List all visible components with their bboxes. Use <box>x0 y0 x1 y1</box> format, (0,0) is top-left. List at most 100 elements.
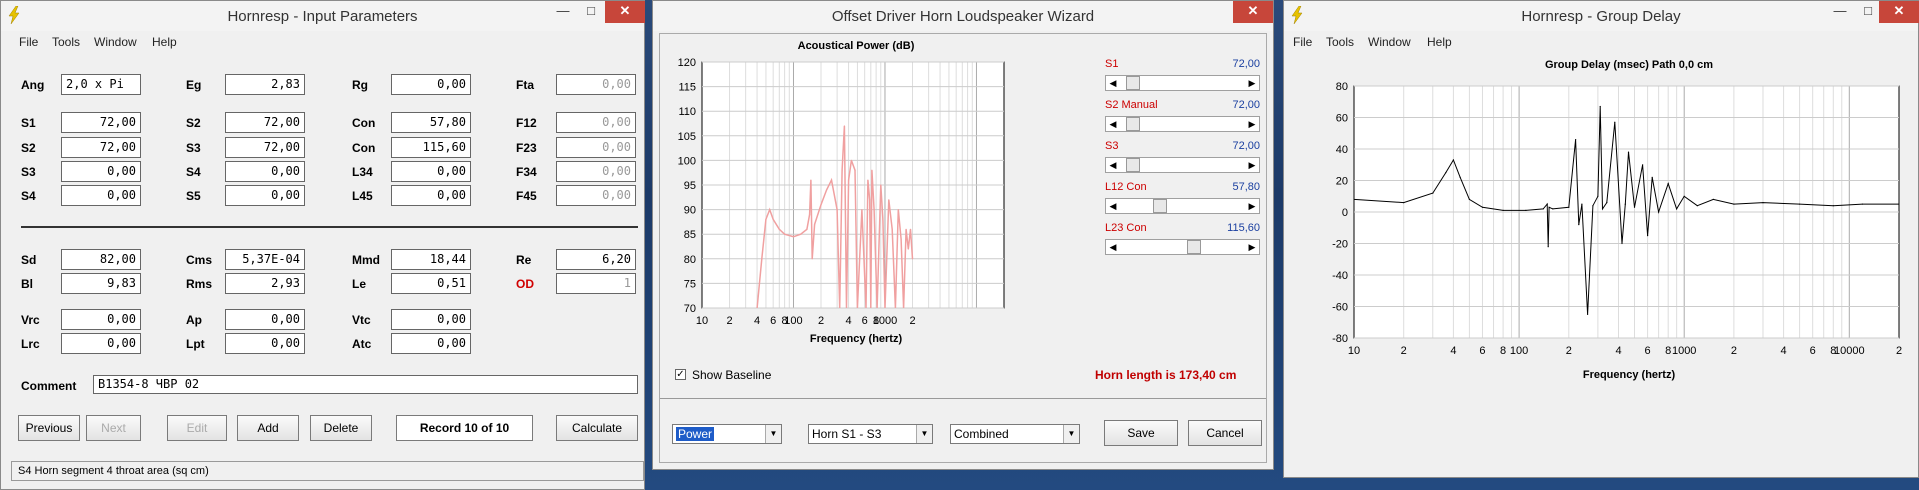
param-field[interactable]: 0,00 <box>391 161 471 182</box>
param-field[interactable]: 2,0 x Pi <box>61 74 141 95</box>
param-field[interactable]: 0,00 <box>391 74 471 95</box>
slider-right-arrow-icon[interactable]: ▶ <box>1245 76 1259 90</box>
wizard-titlebar[interactable]: Offset Driver Horn Loudspeaker Wizard ✕ <box>653 1 1273 31</box>
param-field[interactable]: 0,51 <box>391 273 471 294</box>
slider-right-arrow-icon[interactable]: ▶ <box>1245 117 1259 131</box>
param-field[interactable]: 72,00 <box>225 112 305 133</box>
close-button[interactable]: ✕ <box>1879 1 1919 23</box>
slider-value: 115,60 <box>1227 222 1260 234</box>
data-point <box>1581 203 1583 205</box>
menu-window[interactable]: Window <box>1368 35 1411 49</box>
menu-file[interactable]: File <box>1293 35 1312 49</box>
maximize-button[interactable]: □ <box>577 1 605 23</box>
y-tick-label: 100 <box>678 155 696 167</box>
combine-select[interactable]: Combined ▼ <box>950 424 1080 444</box>
slider-track[interactable]: ◀ ▶ <box>1105 157 1260 173</box>
param-field[interactable]: 72,00 <box>225 137 305 158</box>
slider-left-arrow-icon[interactable]: ◀ <box>1106 76 1120 90</box>
slider-label: S1 <box>1105 58 1119 70</box>
data-point <box>811 258 813 260</box>
slider-track[interactable]: ◀ ▶ <box>1105 239 1260 255</box>
param-field[interactable]: 0,00 <box>61 309 141 330</box>
param-field[interactable]: 0,00 <box>391 185 471 206</box>
slider-left-arrow-icon[interactable]: ◀ <box>1106 240 1120 254</box>
param-field[interactable]: 9,83 <box>61 273 141 294</box>
param-field[interactable]: 5,37E-04 <box>225 249 305 270</box>
slider-thumb[interactable] <box>1186 240 1201 254</box>
add-button[interactable]: Add <box>237 415 299 441</box>
slider-left-arrow-icon[interactable]: ◀ <box>1106 199 1120 213</box>
show-baseline-checkbox[interactable]: ✓ <box>675 369 686 380</box>
x-tick-label: 6 <box>1479 345 1485 357</box>
menu-file[interactable]: File <box>19 35 38 49</box>
slider-right-arrow-icon[interactable]: ▶ <box>1245 158 1259 172</box>
comment-field[interactable]: B1354-8 ЧВР 02 <box>93 375 638 394</box>
param-field[interactable]: 0,00 <box>391 333 471 354</box>
output-mode-select[interactable]: Power ▼ <box>672 424 782 444</box>
param-field[interactable]: 1 <box>556 273 636 294</box>
slider-thumb[interactable] <box>1125 158 1140 172</box>
slider-track[interactable]: ◀ ▶ <box>1105 198 1260 214</box>
slider-track[interactable]: ◀ ▶ <box>1105 75 1260 91</box>
maximize-button[interactable]: □ <box>1854 1 1882 23</box>
slider-thumb[interactable] <box>1125 117 1140 131</box>
param-field[interactable]: 72,00 <box>61 137 141 158</box>
param-field[interactable]: 0,00 <box>556 112 636 133</box>
param-field[interactable]: 0,00 <box>61 333 141 354</box>
minimize-button[interactable]: — <box>549 1 577 23</box>
slider-right-arrow-icon[interactable]: ▶ <box>1245 240 1259 254</box>
menu-help[interactable]: Help <box>152 35 177 49</box>
gd-titlebar[interactable]: Hornresp - Group Delay — □ ✕ <box>1284 1 1919 31</box>
menu-window[interactable]: Window <box>94 35 137 49</box>
slider-thumb[interactable] <box>1125 76 1140 90</box>
slider-right-arrow-icon[interactable]: ▶ <box>1245 199 1259 213</box>
param-label: Bl <box>21 277 33 291</box>
param-label: F23 <box>516 141 537 155</box>
horn-segment-select[interactable]: Horn S1 - S3 ▼ <box>808 424 933 444</box>
delete-button[interactable]: Delete <box>310 415 372 441</box>
param-field[interactable]: 2,93 <box>225 273 305 294</box>
param-field[interactable]: 0,00 <box>61 185 141 206</box>
save-button[interactable]: Save <box>1104 420 1178 446</box>
param-field[interactable]: 0,00 <box>225 161 305 182</box>
x-tick-label: 4 <box>754 315 760 327</box>
input-window-titlebar[interactable]: Hornresp - Input Parameters — □ ✕ <box>1 1 645 31</box>
previous-button[interactable]: Previous <box>18 415 80 441</box>
close-button[interactable]: ✕ <box>605 1 645 23</box>
data-point <box>867 179 869 181</box>
param-field[interactable]: 0,00 <box>61 161 141 182</box>
cancel-button[interactable]: Cancel <box>1188 420 1262 446</box>
param-field[interactable]: 0,00 <box>556 74 636 95</box>
param-field[interactable]: 18,44 <box>391 249 471 270</box>
menu-tools[interactable]: Tools <box>52 35 80 49</box>
next-button[interactable]: Next <box>86 415 141 441</box>
param-field[interactable]: 0,00 <box>556 185 636 206</box>
param-field[interactable]: 57,80 <box>391 112 471 133</box>
param-field[interactable]: 0,00 <box>556 137 636 158</box>
param-field[interactable]: 6,20 <box>556 249 636 270</box>
slider-thumb[interactable] <box>1153 199 1168 213</box>
edit-button[interactable]: Edit <box>167 415 227 441</box>
param-field[interactable]: 0,00 <box>391 309 471 330</box>
combine-value: Combined <box>954 427 1009 441</box>
minimize-button[interactable]: — <box>1826 1 1854 23</box>
slider-left-arrow-icon[interactable]: ◀ <box>1106 158 1120 172</box>
wizard-close-button[interactable]: ✕ <box>1233 1 1273 23</box>
param-field[interactable]: 0,00 <box>225 309 305 330</box>
param-field[interactable]: 0,00 <box>225 185 305 206</box>
slider-track[interactable]: ◀ ▶ <box>1105 116 1260 132</box>
x-tick-label: 4 <box>1450 345 1456 357</box>
menu-tools[interactable]: Tools <box>1326 35 1354 49</box>
param-field[interactable]: 0,00 <box>556 161 636 182</box>
slider-left-arrow-icon[interactable]: ◀ <box>1106 117 1120 131</box>
x-tick-label: 10 <box>696 315 708 327</box>
calculate-button[interactable]: Calculate <box>556 415 638 441</box>
param-field[interactable]: 115,60 <box>391 137 471 158</box>
x-tick-label: 4 <box>1781 345 1787 357</box>
param-field[interactable]: 2,83 <box>225 74 305 95</box>
data-point <box>806 228 808 230</box>
param-field[interactable]: 82,00 <box>61 249 141 270</box>
menu-help[interactable]: Help <box>1427 35 1452 49</box>
param-field[interactable]: 72,00 <box>61 112 141 133</box>
param-field[interactable]: 0,00 <box>225 333 305 354</box>
